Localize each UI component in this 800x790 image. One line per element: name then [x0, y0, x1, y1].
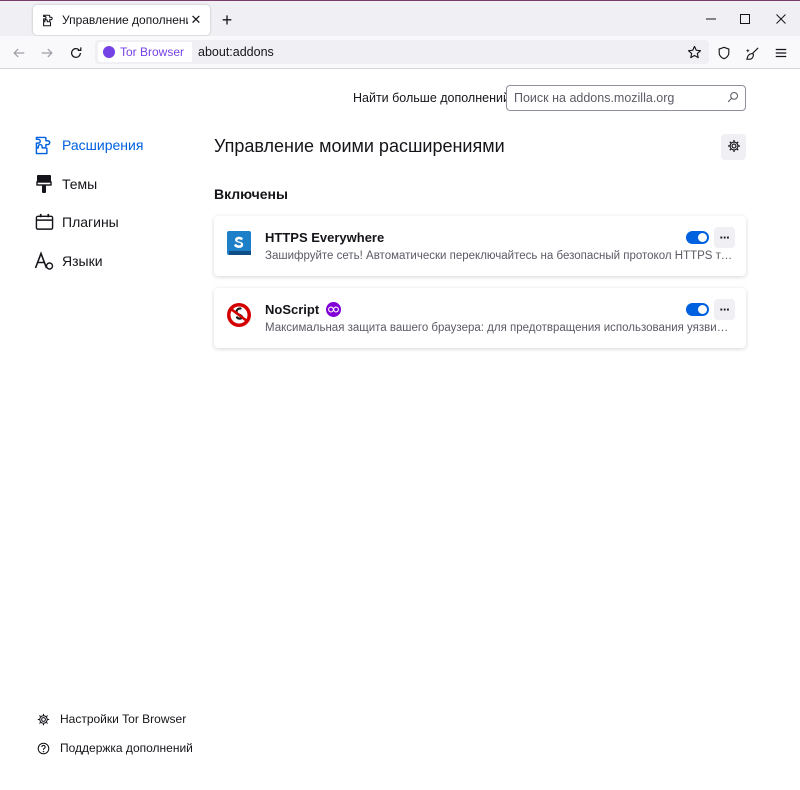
- reload-icon[interactable]: [64, 41, 88, 65]
- plugin-icon: [34, 212, 54, 232]
- addon-name: HTTPS Everywhere: [265, 230, 385, 245]
- gear-icon: [727, 139, 741, 156]
- star-icon[interactable]: [683, 41, 705, 63]
- url-bar[interactable]: Tor Browser about:addons: [95, 40, 709, 64]
- language-icon: [34, 251, 54, 271]
- sidebar-item-themes[interactable]: Темы: [34, 174, 97, 194]
- tor-onion-icon: [103, 46, 115, 58]
- sidebar-item-label: Языки: [62, 253, 103, 269]
- gear-icon: [36, 712, 50, 726]
- addon-card-https-everywhere[interactable]: HTTPS Everywhere Зашифруйте сеть! Автома…: [214, 216, 746, 276]
- help-icon: [36, 741, 50, 755]
- noscript-icon: [227, 303, 251, 327]
- addon-name: NoScript: [265, 302, 342, 317]
- brush-icon: [34, 174, 54, 194]
- footer-link-label: Настройки Tor Browser: [60, 712, 187, 726]
- new-identity-broom-icon[interactable]: [740, 41, 764, 65]
- addon-more-options-button[interactable]: ···: [714, 227, 735, 248]
- close-window-icon[interactable]: [768, 7, 794, 31]
- new-tab-button[interactable]: +: [217, 10, 237, 30]
- identity-label: Tor Browser: [120, 45, 185, 59]
- sidebar-item-label: Плагины: [62, 214, 119, 230]
- search-icon: [727, 91, 739, 106]
- back-icon[interactable]: [7, 41, 31, 65]
- puzzle-icon: [34, 135, 54, 155]
- find-more-addons-label: Найти больше дополнений: [353, 91, 510, 105]
- https-everywhere-icon: [227, 231, 251, 255]
- sidebar-item-plugins[interactable]: Плагины: [34, 212, 119, 232]
- url-text[interactable]: about:addons: [198, 45, 683, 59]
- addon-enable-toggle[interactable]: [686, 303, 709, 316]
- menu-icon[interactable]: [769, 41, 793, 65]
- sidebar-item-label: Темы: [62, 176, 98, 192]
- minimize-icon[interactable]: [698, 7, 724, 31]
- maximize-icon[interactable]: [732, 7, 758, 31]
- addons-options-button[interactable]: [721, 134, 746, 160]
- identity-box[interactable]: Tor Browser: [98, 42, 193, 62]
- enabled-section-heading: Включены: [214, 186, 288, 202]
- page-title: Управление моими расширениями: [214, 136, 505, 156]
- addons-search-input[interactable]: [514, 91, 727, 105]
- addons-support-link[interactable]: Поддержка дополнений: [36, 741, 193, 755]
- tab-title: Управление дополнениями: [62, 13, 188, 27]
- footer-link-label: Поддержка дополнений: [60, 741, 193, 755]
- puzzle-icon: [41, 13, 55, 27]
- addon-description: Максимальная защита вашего браузера: для…: [265, 322, 735, 334]
- addon-enable-toggle[interactable]: [686, 231, 709, 244]
- addon-description: Зашифруйте сеть! Автоматически переключа…: [265, 250, 735, 262]
- sidebar-item-languages[interactable]: Языки: [34, 251, 103, 271]
- shield-icon[interactable]: [712, 41, 736, 65]
- addon-more-options-button[interactable]: ···: [714, 299, 735, 320]
- addon-card-noscript[interactable]: NoScript Максимальная защита вашего брау…: [214, 288, 746, 348]
- tab-addons-manager[interactable]: Управление дополнениями ✕: [33, 5, 210, 35]
- sidebar-item-label: Расширения: [62, 137, 144, 153]
- forward-icon[interactable]: [35, 41, 59, 65]
- close-tab-icon[interactable]: ✕: [188, 12, 204, 28]
- recommended-badge-icon[interactable]: [326, 302, 342, 317]
- sidebar-item-extensions[interactable]: Расширения: [34, 135, 143, 155]
- tor-browser-settings-link[interactable]: Настройки Tor Browser: [36, 712, 186, 726]
- addons-search-box[interactable]: [506, 85, 746, 111]
- tab-strip: Управление дополнениями ✕ +: [0, 0, 800, 36]
- navigation-toolbar: Tor Browser about:addons: [0, 36, 800, 69]
